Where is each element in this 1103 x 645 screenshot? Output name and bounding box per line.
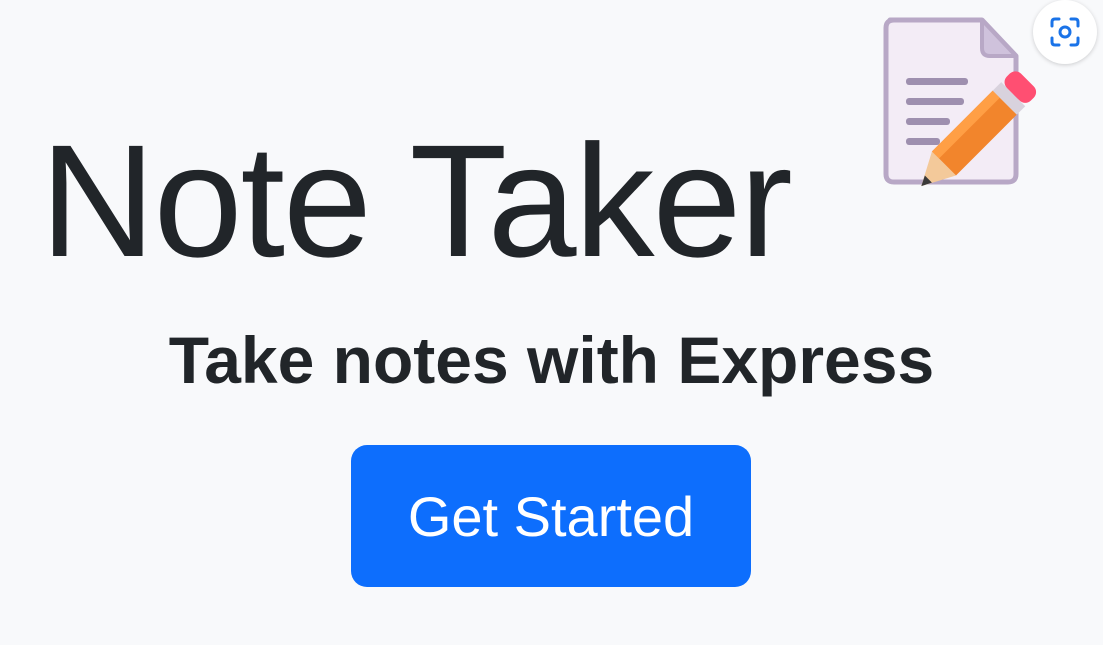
visual-search-icon: [1050, 17, 1080, 47]
visual-search-button[interactable]: [1033, 0, 1097, 64]
memo-icon: [883, 17, 1037, 187]
page-subtitle: Take notes with Express: [168, 322, 935, 397]
page-title: Note Taker: [40, 111, 793, 291]
get-started-button[interactable]: Get Started: [351, 445, 751, 587]
